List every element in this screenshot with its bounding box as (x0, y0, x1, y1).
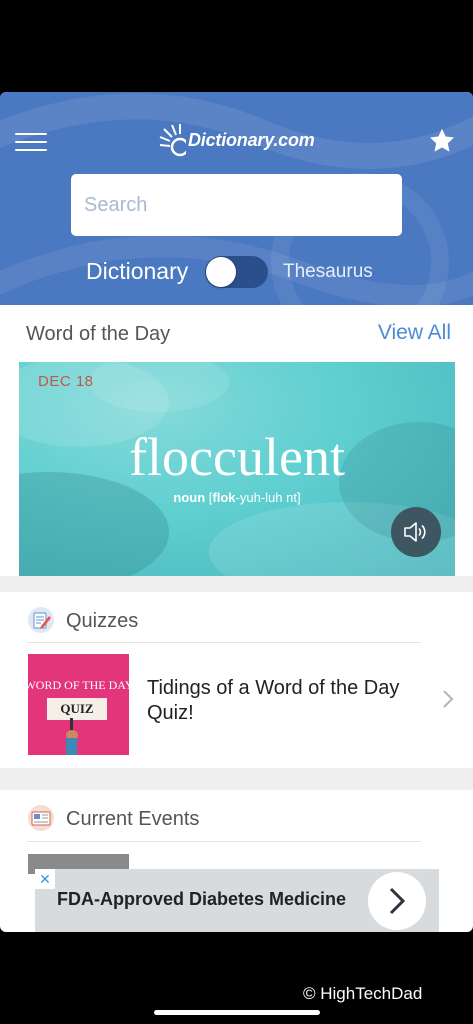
ad-close-button[interactable]: ✕ (35, 869, 55, 889)
home-indicator[interactable] (154, 1010, 320, 1015)
chevron-right-icon (443, 690, 454, 708)
wotd-word: flocculent (129, 427, 345, 487)
chevron-right-icon (389, 887, 406, 915)
logo-text: Dictionary.com (188, 129, 315, 150)
wotd-pronunciation: noun [flok-yuh-luh nt] (19, 490, 455, 505)
news-icon (28, 805, 54, 831)
switch-knob (206, 257, 236, 287)
quiz-title: Tidings of a Word of the Day Quiz! (147, 677, 400, 724)
favorites-button[interactable] (428, 127, 456, 155)
view-all-link[interactable]: View All (378, 321, 451, 345)
ad-go-button[interactable] (368, 872, 426, 930)
dictionary-thesaurus-switch[interactable] (205, 256, 268, 288)
app-screen: Dictionary.com Dictionary Thesaurus Word… (0, 92, 473, 932)
quiz-thumbnail: WORD OF THE DAY QUIZ (28, 654, 129, 755)
speaker-icon (404, 522, 426, 542)
divider (27, 642, 421, 643)
mode-toggle-row: Dictionary Thesaurus (0, 252, 473, 292)
quiz-thumb-sign: QUIZ (47, 698, 107, 720)
audio-button[interactable] (391, 507, 441, 557)
logo-rays-icon (159, 124, 186, 157)
search-input[interactable] (71, 174, 402, 236)
header: Dictionary.com Dictionary Thesaurus (0, 92, 473, 305)
watermark: © HighTechDad (303, 984, 423, 1003)
current-events-title: Current Events (66, 808, 200, 830)
wotd-card[interactable]: DEC 18 flocculent noun [flok-yuh-luh nt] (19, 362, 455, 576)
wotd-date: DEC 18 (38, 373, 94, 390)
quiz-list-item[interactable]: WORD OF THE DAY QUIZ Tidings of a Word o… (0, 652, 473, 758)
ad-banner[interactable]: ✕ FDA-Approved Diabetes Medicine (35, 869, 439, 932)
current-events-header: Current Events (0, 792, 473, 842)
menu-button[interactable] (15, 133, 47, 153)
ad-text: FDA-Approved Diabetes Medicine (57, 889, 347, 909)
quiz-thumb-top-text: WORD OF THE DAY (28, 678, 129, 692)
logo: Dictionary.com (158, 120, 315, 160)
pron-stress: flok (212, 490, 236, 505)
wotd-header: Word of the Day View All (0, 305, 473, 361)
hand-holding-sign-icon (66, 718, 78, 755)
quizzes-title: Quizzes (66, 610, 139, 632)
pron-rest: -yuh-luh nt] (235, 490, 301, 505)
star-icon (429, 128, 455, 152)
dictionary-label[interactable]: Dictionary (86, 258, 188, 285)
section-gap (0, 576, 473, 592)
wotd-section-title: Word of the Day (26, 323, 171, 345)
quizzes-header: Quizzes (0, 594, 473, 644)
thesaurus-label[interactable]: Thesaurus (283, 261, 373, 283)
divider (27, 841, 421, 842)
part-of-speech: noun (173, 490, 206, 505)
section-gap (0, 768, 473, 790)
hamburger-icon (15, 133, 47, 135)
quiz-icon (28, 607, 54, 633)
